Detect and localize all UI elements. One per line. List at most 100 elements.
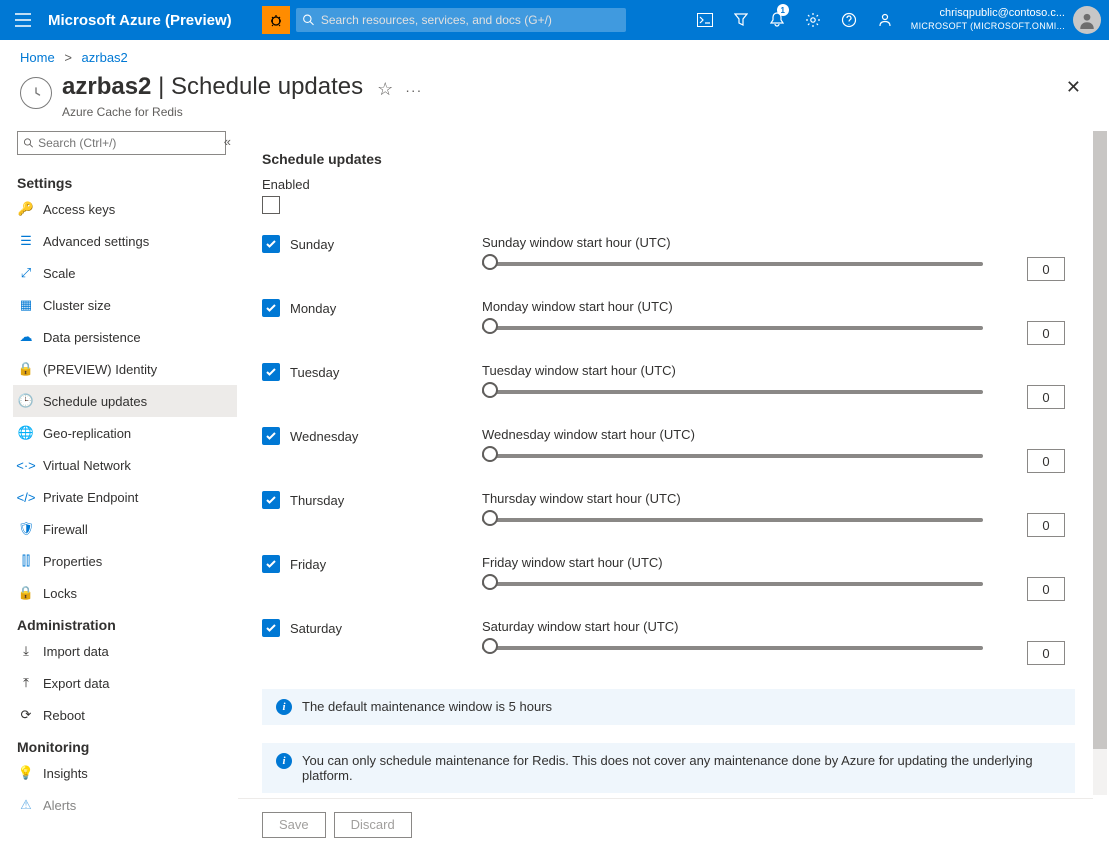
hour-slider[interactable] (482, 262, 983, 266)
feedback-icon[interactable] (867, 0, 903, 40)
sidebar-search[interactable] (17, 131, 226, 155)
scrollbar[interactable] (1093, 131, 1107, 795)
slider-label: Monday window start hour (UTC) (482, 299, 1015, 314)
sidebar-item-geo[interactable]: 🌐Geo-replication (13, 417, 237, 449)
hour-slider[interactable] (482, 326, 983, 330)
day-row: Thursday Thursday window start hour (UTC… (262, 491, 1075, 537)
scale-icon: ⤢ (17, 265, 35, 281)
sidebar-item-cluster[interactable]: ▦Cluster size (13, 289, 237, 321)
hour-value-input[interactable]: 0 (1027, 257, 1065, 281)
menu-button[interactable] (8, 13, 38, 27)
hour-slider[interactable] (482, 390, 983, 394)
sidebar-item-export[interactable]: ⤒Export data (13, 667, 237, 699)
settings-icon[interactable] (795, 0, 831, 40)
hour-value-input[interactable]: 0 (1027, 577, 1065, 601)
properties-icon: ⫿⫿ (17, 553, 35, 569)
day-row: Friday Friday window start hour (UTC) 0 (262, 555, 1075, 601)
sidebar-item-persistence[interactable]: ☁Data persistence (13, 321, 237, 353)
sidebar-item-properties[interactable]: ⫿⫿Properties (13, 545, 237, 577)
sidebar-item-access-keys[interactable]: 🔑Access keys (13, 193, 237, 225)
help-icon[interactable] (831, 0, 867, 40)
cloud-shell-icon[interactable] (687, 0, 723, 40)
save-button[interactable]: Save (262, 812, 326, 838)
sidebar-item-advanced[interactable]: ☰Advanced settings (13, 225, 237, 257)
sidebar-item-private-endpoint[interactable]: </>Private Endpoint (13, 481, 237, 513)
user-account[interactable]: chrisqpublic@contoso.c... MICROSOFT (MIC… (903, 7, 1073, 33)
sidebar-item-scale[interactable]: ⤢Scale (13, 257, 237, 289)
hour-value-input[interactable]: 0 (1027, 321, 1065, 345)
slider-thumb[interactable] (482, 510, 498, 526)
sidebar-item-locks[interactable]: 🔒Locks (13, 577, 237, 609)
scrollbar-thumb[interactable] (1093, 131, 1107, 749)
avatar[interactable] (1073, 6, 1101, 34)
brand-label[interactable]: Microsoft Azure (Preview) (38, 12, 242, 29)
day-row: Tuesday Tuesday window start hour (UTC) … (262, 363, 1075, 409)
discard-button[interactable]: Discard (334, 812, 412, 838)
day-checkbox[interactable] (262, 619, 280, 637)
hour-slider[interactable] (482, 518, 983, 522)
notification-badge: 1 (777, 4, 789, 16)
slider-thumb[interactable] (482, 254, 498, 270)
hour-slider[interactable] (482, 582, 983, 586)
day-checkbox[interactable] (262, 491, 280, 509)
preview-bug-icon[interactable] (262, 6, 290, 34)
sidebar-item-import[interactable]: ⤓Import data (13, 635, 237, 667)
user-email: chrisqpublic@contoso.c... (911, 7, 1065, 20)
favorite-icon[interactable]: ☆ (377, 79, 393, 100)
page-subtitle: Azure Cache for Redis (62, 105, 363, 119)
day-name: Monday (290, 301, 336, 316)
day-checkbox[interactable] (262, 299, 280, 317)
slider-label: Wednesday window start hour (UTC) (482, 427, 1015, 442)
day-checkbox[interactable] (262, 555, 280, 573)
sidebar-item-insights[interactable]: 💡Insights (13, 757, 237, 789)
sidebar-item-alerts[interactable]: ⚠Alerts (13, 789, 237, 821)
sidebar-search-input[interactable] (38, 136, 220, 150)
hour-value-input[interactable]: 0 (1027, 449, 1065, 473)
hour-value-input[interactable]: 0 (1027, 513, 1065, 537)
sidebar-item-identity[interactable]: 🔒(PREVIEW) Identity (13, 353, 237, 385)
more-actions-icon[interactable]: ··· (405, 82, 422, 98)
section-administration: Administration (17, 609, 237, 635)
slider-thumb[interactable] (482, 446, 498, 462)
global-search-input[interactable] (321, 13, 620, 27)
section-settings: Settings (17, 167, 237, 193)
slider-thumb[interactable] (482, 574, 498, 590)
globe-icon: 🌐 (17, 425, 35, 441)
sidebar-item-reboot[interactable]: ⟳Reboot (13, 699, 237, 731)
global-search[interactable] (296, 8, 626, 32)
cloud-icon: ☁ (17, 329, 35, 345)
sidebar-item-schedule-updates[interactable]: 🕒Schedule updates (13, 385, 237, 417)
hour-slider[interactable] (482, 454, 983, 458)
hour-value-input[interactable]: 0 (1027, 385, 1065, 409)
enabled-checkbox[interactable] (262, 196, 280, 214)
slider-thumb[interactable] (482, 638, 498, 654)
day-name: Friday (290, 557, 326, 572)
slider-label: Thursday window start hour (UTC) (482, 491, 1015, 506)
directory-filter-icon[interactable] (723, 0, 759, 40)
hour-value-input[interactable]: 0 (1027, 641, 1065, 665)
content-heading: Schedule updates (262, 151, 1075, 167)
hour-slider[interactable] (482, 646, 983, 650)
slider-thumb[interactable] (482, 318, 498, 334)
page-title: azrbas2 | Schedule updates (62, 73, 363, 101)
cluster-icon: ▦ (17, 297, 35, 313)
section-monitoring: Monitoring (17, 731, 237, 757)
info-icon: i (276, 753, 292, 769)
endpoint-icon: </> (17, 490, 35, 505)
day-checkbox[interactable] (262, 363, 280, 381)
slider-label: Tuesday window start hour (UTC) (482, 363, 1015, 378)
sidebar-item-vnet[interactable]: <·>Virtual Network (13, 449, 237, 481)
breadcrumb-current[interactable]: azrbas2 (82, 50, 128, 65)
day-checkbox[interactable] (262, 427, 280, 445)
clock-icon: 🕒 (17, 393, 35, 409)
day-name: Saturday (290, 621, 342, 636)
day-checkbox[interactable] (262, 235, 280, 253)
slider-thumb[interactable] (482, 382, 498, 398)
collapse-sidebar-icon[interactable]: « (224, 134, 231, 149)
user-tenant: MICROSOFT (MICROSOFT.ONMI... (911, 20, 1065, 33)
sidebar-item-firewall[interactable]: 🛡Firewall (13, 513, 237, 545)
close-blade-icon[interactable]: ✕ (1066, 73, 1081, 98)
day-name: Tuesday (290, 365, 339, 380)
breadcrumb-home[interactable]: Home (20, 50, 55, 65)
notifications-icon[interactable]: 1 (759, 0, 795, 40)
